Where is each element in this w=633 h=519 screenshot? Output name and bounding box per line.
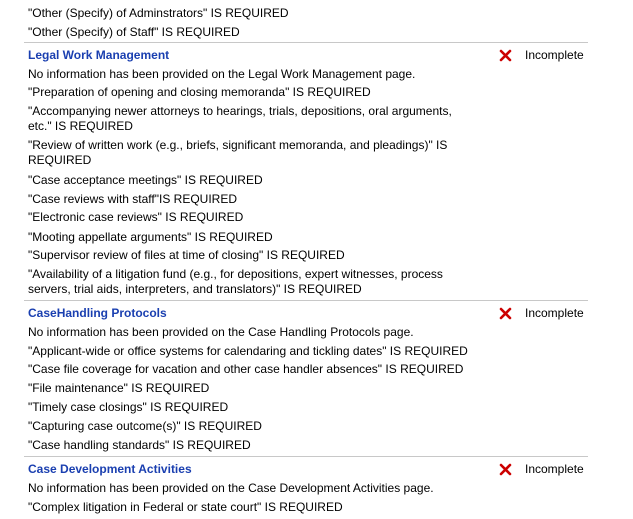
- status-indicator: Incomplete: [499, 306, 584, 320]
- list-item: "Case file coverage for vacation and oth…: [28, 362, 464, 376]
- x-mark-icon: [499, 307, 512, 319]
- list-item: No information has been provided on the …: [28, 67, 416, 81]
- leading-item: "Other (Specify) of Staff" IS REQUIRED: [28, 25, 240, 39]
- list-item: "Availability of a litigation fund (e.g.…: [28, 267, 443, 296]
- list-item: "Preparation of opening and closing memo…: [28, 85, 371, 99]
- section-divider: [24, 42, 588, 43]
- status-label: Incomplete: [525, 462, 584, 476]
- section-divider: [24, 300, 588, 301]
- list-item: "Review of written work (e.g., briefs, s…: [28, 138, 448, 167]
- status-indicator: Incomplete: [499, 462, 584, 476]
- list-item: "File maintenance" IS REQUIRED: [28, 381, 210, 395]
- x-mark-icon: [499, 463, 512, 475]
- list-item: "Electronic case reviews" IS REQUIRED: [28, 210, 244, 224]
- section-title-link[interactable]: Case Development Activities: [28, 462, 192, 476]
- section-divider: [24, 456, 588, 457]
- list-item: "Capturing case outcome(s)" IS REQUIRED: [28, 419, 262, 433]
- list-item: "Complex litigation in Federal or state …: [28, 500, 343, 514]
- status-label: Incomplete: [525, 306, 584, 320]
- list-item: "Applicant-wide or office systems for ca…: [28, 344, 468, 358]
- list-item: "Timely case closings" IS REQUIRED: [28, 400, 229, 414]
- status-indicator: Incomplete: [499, 48, 584, 62]
- x-mark-icon: [499, 49, 512, 61]
- list-item: "Case reviews with staff"IS REQUIRED: [28, 192, 238, 206]
- list-item: "Case handling standards" IS REQUIRED: [28, 438, 251, 452]
- list-item: "Case acceptance meetings" IS REQUIRED: [28, 173, 263, 187]
- list-item: No information has been provided on the …: [28, 481, 434, 495]
- list-item: "Accompanying newer attorneys to hearing…: [28, 104, 452, 133]
- list-item: "Mooting appellate arguments" IS REQUIRE…: [28, 230, 273, 244]
- section-title-link[interactable]: CaseHandling Protocols: [28, 306, 167, 320]
- list-item: No information has been provided on the …: [28, 325, 414, 339]
- leading-item: "Other (Specify) of Adminstrators" IS RE…: [28, 6, 289, 20]
- section-title-link[interactable]: Legal Work Management: [28, 48, 169, 62]
- status-label: Incomplete: [525, 48, 584, 62]
- list-item: "Supervisor review of files at time of c…: [28, 248, 345, 262]
